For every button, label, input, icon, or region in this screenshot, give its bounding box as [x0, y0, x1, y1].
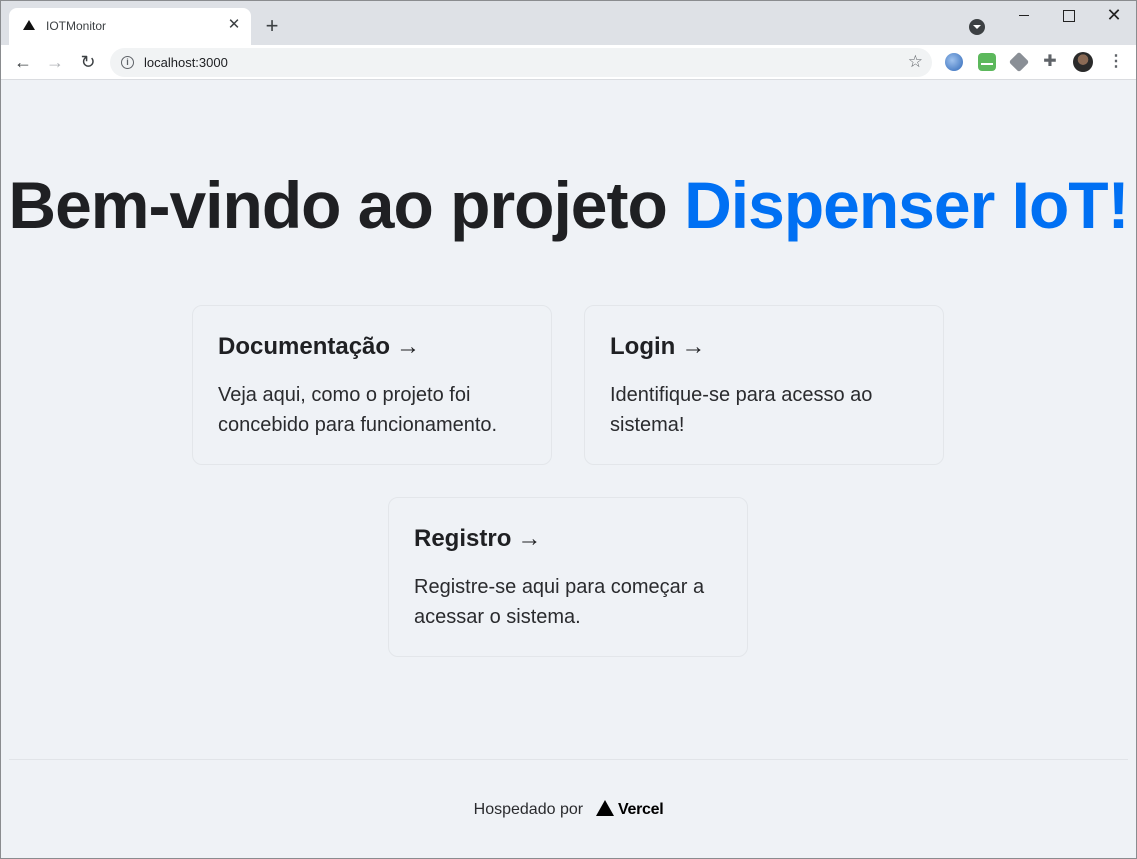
tab-close-icon[interactable]: ✕ — [225, 16, 243, 34]
site-info-icon[interactable]: i — [121, 56, 134, 69]
browser-toolbar: ← → ↻ i localhost:3000 ☆ ✚ ⋮ — [1, 45, 1136, 80]
tab-strip: IOTMonitor ✕ + ✕ — [1, 1, 1136, 45]
page-content: Bem-vindo ao projeto Dispenser IoT! Docu… — [1, 81, 1136, 858]
arrow-right-icon: → — [396, 333, 421, 360]
reload-icon[interactable]: ↻ — [76, 50, 100, 74]
url-text[interactable]: localhost:3000 — [144, 55, 228, 70]
hosted-by-link[interactable]: Hospedado por Vercel — [473, 800, 664, 818]
extension-globe-icon[interactable] — [945, 53, 963, 71]
back-arrow-icon[interactable]: ← — [11, 50, 35, 74]
card-title: Documentação → — [218, 332, 526, 362]
tab-title: IOTMonitor — [46, 19, 107, 33]
tab-search-icon[interactable] — [969, 19, 985, 35]
extensions-puzzle-icon[interactable]: ✚ — [1041, 53, 1059, 71]
vercel-logo-icon — [595, 800, 614, 816]
card-description: Registre-se aqui para começar a acessar … — [414, 576, 705, 628]
hosted-by-text: Hospedado por — [473, 801, 584, 818]
register-card[interactable]: Registro → Registre-se aqui para começar … — [388, 497, 748, 657]
documentation-card[interactable]: Documentação → Veja aqui, como o projeto … — [192, 305, 552, 465]
browser-menu-icon[interactable]: ⋮ — [1107, 51, 1125, 73]
card-title-text: Documentação — [218, 333, 391, 360]
browser-tab[interactable]: IOTMonitor ✕ — [9, 8, 251, 45]
new-tab-button[interactable]: + — [261, 15, 283, 37]
page-title-accent: Dispenser IoT! — [684, 168, 1129, 242]
browser-window: IOTMonitor ✕ + ✕ ← → ↻ i localhost:3000 … — [0, 0, 1137, 859]
vercel-brand-text: Vercel — [617, 801, 664, 818]
profile-avatar[interactable] — [1073, 52, 1093, 72]
footer: Hospedado por Vercel — [1, 799, 1136, 821]
page-title-prefix: Bem-vindo ao projeto — [8, 168, 685, 242]
page-title: Bem-vindo ao projeto Dispenser IoT! — [1, 163, 1136, 247]
card-title-text: Registro — [414, 525, 512, 552]
card-description: Identifique-se para acesso ao sistema! — [610, 384, 873, 436]
forward-arrow-icon[interactable]: → — [43, 50, 67, 74]
card-title: Registro → — [414, 524, 722, 554]
window-close-button[interactable]: ✕ — [1091, 1, 1136, 31]
minimize-button[interactable] — [1001, 1, 1047, 31]
address-bar[interactable]: i localhost:3000 ☆ — [110, 48, 932, 77]
card-title-text: Login — [610, 333, 676, 360]
vercel-favicon-icon — [23, 20, 35, 30]
arrow-right-icon: → — [517, 525, 542, 552]
card-title: Login → — [610, 332, 918, 362]
extension-mail-icon[interactable] — [978, 53, 996, 71]
extension-cube-icon[interactable] — [1008, 51, 1030, 73]
footer-divider — [9, 759, 1128, 760]
arrow-right-icon: → — [681, 333, 706, 360]
card-description: Veja aqui, como o projeto foi concebido … — [218, 384, 498, 436]
login-card[interactable]: Login → Identifique-se para acesso ao sis… — [584, 305, 944, 465]
bookmark-star-icon[interactable]: ☆ — [908, 52, 923, 72]
maximize-button[interactable] — [1046, 1, 1092, 31]
